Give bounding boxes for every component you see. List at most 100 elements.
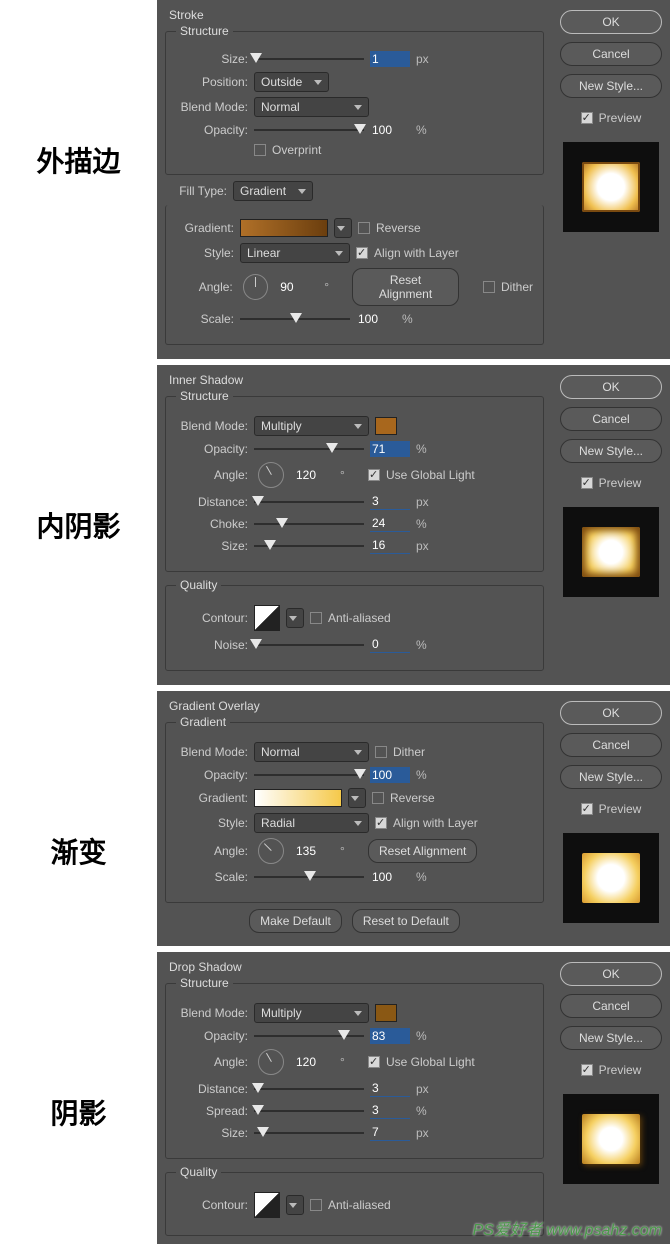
- input-choke[interactable]: [370, 515, 410, 532]
- label-size: Size:: [176, 1126, 248, 1140]
- slider-choke[interactable]: [254, 516, 364, 532]
- label-size: Size:: [176, 539, 248, 553]
- checkbox-preview[interactable]: [581, 1064, 593, 1076]
- label-opacity: Opacity:: [176, 442, 248, 456]
- checkbox-reverse[interactable]: [372, 792, 384, 804]
- input-scale[interactable]: [370, 869, 410, 885]
- select-blendmode[interactable]: Multiply: [254, 1003, 369, 1023]
- panel-title: Drop Shadow: [169, 960, 544, 974]
- label-noise: Noise:: [176, 638, 248, 652]
- newstyle-button[interactable]: New Style...: [560, 439, 662, 463]
- select-blendmode[interactable]: Normal: [254, 742, 369, 762]
- slider-spread[interactable]: [254, 1103, 364, 1119]
- angle-dial[interactable]: [258, 1049, 284, 1075]
- slider-opacity[interactable]: [254, 1028, 364, 1044]
- gradient-swatch[interactable]: [254, 789, 342, 807]
- reset-alignment-button[interactable]: Reset Alignment: [368, 839, 477, 863]
- label-size: Size:: [176, 52, 248, 66]
- ok-button[interactable]: OK: [560, 375, 662, 399]
- input-angle[interactable]: [294, 843, 334, 859]
- group-structure: Structure Blend Mode: Multiply Opacity: …: [165, 976, 544, 1159]
- checkbox-antialiased[interactable]: [310, 612, 322, 624]
- newstyle-button[interactable]: New Style...: [560, 74, 662, 98]
- checkbox-antialiased[interactable]: [310, 1199, 322, 1211]
- input-distance[interactable]: [370, 1080, 410, 1097]
- checkbox-preview[interactable]: [581, 803, 593, 815]
- contour-dropdown-icon[interactable]: [286, 1195, 304, 1215]
- input-angle[interactable]: [278, 279, 318, 295]
- cancel-button[interactable]: Cancel: [560, 733, 662, 757]
- label-angle: Angle:: [176, 280, 233, 294]
- select-style[interactable]: Radial: [254, 813, 369, 833]
- input-opacity[interactable]: [370, 441, 410, 457]
- contour-picker[interactable]: [254, 1192, 280, 1218]
- checkbox-preview[interactable]: [581, 112, 593, 124]
- input-opacity[interactable]: [370, 1028, 410, 1044]
- reset-alignment-button[interactable]: Reset Alignment: [352, 268, 460, 306]
- checkbox-dither[interactable]: [483, 281, 495, 293]
- checkbox-globallight[interactable]: [368, 469, 380, 481]
- input-size[interactable]: [370, 537, 410, 554]
- checkbox-preview[interactable]: [581, 477, 593, 489]
- legend-quality: Quality: [176, 1165, 221, 1179]
- input-angle[interactable]: [294, 1054, 334, 1070]
- select-position[interactable]: Outside: [254, 72, 329, 92]
- input-spread[interactable]: [370, 1102, 410, 1119]
- gradient-dropdown-icon[interactable]: [334, 218, 352, 238]
- slider-opacity[interactable]: [254, 122, 364, 138]
- checkbox-dither[interactable]: [375, 746, 387, 758]
- cancel-button[interactable]: Cancel: [560, 42, 662, 66]
- label-dither: Dither: [393, 745, 425, 759]
- input-opacity[interactable]: [370, 767, 410, 783]
- input-opacity[interactable]: [370, 122, 410, 138]
- checkbox-reverse[interactable]: [358, 222, 370, 234]
- label-choke: Choke:: [176, 517, 248, 531]
- slider-distance[interactable]: [254, 494, 364, 510]
- make-default-button[interactable]: Make Default: [249, 909, 342, 933]
- checkbox-alignlayer[interactable]: [356, 247, 368, 259]
- select-filltype[interactable]: Gradient: [233, 181, 313, 201]
- input-noise[interactable]: [370, 636, 410, 653]
- reset-default-button[interactable]: Reset to Default: [352, 909, 460, 933]
- watermark: PS爱好者 www.psahz.com: [473, 1216, 662, 1240]
- slider-size[interactable]: [254, 51, 364, 67]
- input-scale[interactable]: [356, 311, 396, 327]
- slider-opacity[interactable]: [254, 767, 364, 783]
- gradient-swatch[interactable]: [240, 219, 328, 237]
- cancel-button[interactable]: Cancel: [560, 994, 662, 1018]
- gradient-dropdown-icon[interactable]: [348, 788, 366, 808]
- checkbox-globallight[interactable]: [368, 1056, 380, 1068]
- ok-button[interactable]: OK: [560, 962, 662, 986]
- slider-scale[interactable]: [240, 311, 350, 327]
- contour-dropdown-icon[interactable]: [286, 608, 304, 628]
- contour-picker[interactable]: [254, 605, 280, 631]
- checkbox-overprint[interactable]: [254, 144, 266, 156]
- slider-noise[interactable]: [254, 637, 364, 653]
- newstyle-button[interactable]: New Style...: [560, 1026, 662, 1050]
- cn-label-dropshadow: 阴影: [0, 952, 157, 1132]
- color-chip[interactable]: [375, 1004, 397, 1022]
- ok-button[interactable]: OK: [560, 10, 662, 34]
- ok-button[interactable]: OK: [560, 701, 662, 725]
- slider-opacity[interactable]: [254, 441, 364, 457]
- slider-size[interactable]: [254, 1125, 364, 1141]
- slider-scale[interactable]: [254, 869, 364, 885]
- select-blendmode[interactable]: Normal: [254, 97, 369, 117]
- input-angle[interactable]: [294, 467, 334, 483]
- legend-structure: Structure: [176, 976, 233, 990]
- angle-dial[interactable]: [258, 838, 284, 864]
- select-style[interactable]: Linear: [240, 243, 350, 263]
- input-distance[interactable]: [370, 493, 410, 510]
- input-size[interactable]: [370, 51, 410, 67]
- select-blendmode[interactable]: Multiply: [254, 416, 369, 436]
- color-chip[interactable]: [375, 417, 397, 435]
- angle-dial[interactable]: [258, 462, 284, 488]
- cancel-button[interactable]: Cancel: [560, 407, 662, 431]
- input-size[interactable]: [370, 1124, 410, 1141]
- slider-distance[interactable]: [254, 1081, 364, 1097]
- angle-dial[interactable]: [243, 274, 268, 300]
- newstyle-button[interactable]: New Style...: [560, 765, 662, 789]
- checkbox-alignlayer[interactable]: [375, 817, 387, 829]
- slider-size[interactable]: [254, 538, 364, 554]
- unit-px: px: [416, 52, 438, 66]
